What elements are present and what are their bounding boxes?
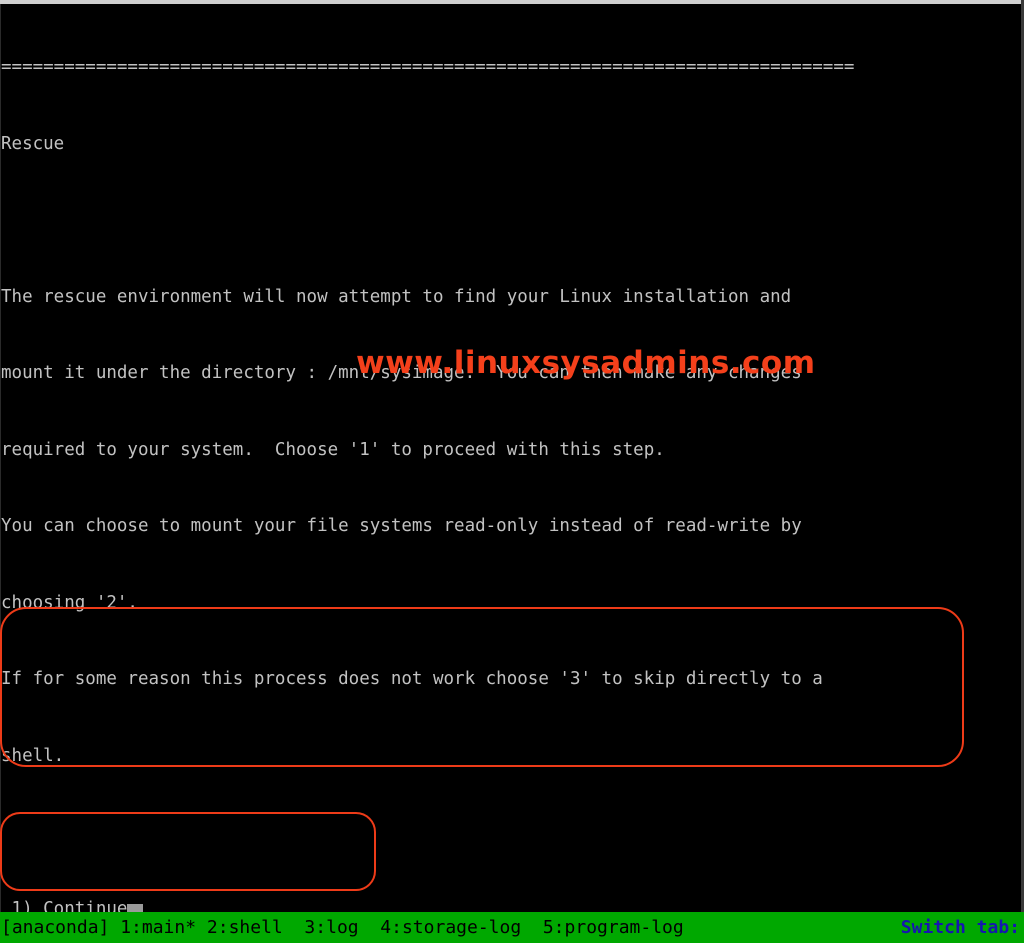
intro-line-5: choosing '2'. bbox=[1, 592, 138, 613]
terminal-screen: ========================================… bbox=[0, 0, 1024, 943]
status-bar-tabs[interactable]: [anaconda] 1:main* 2:shell 3:log 4:stora… bbox=[1, 912, 684, 943]
tmux-status-bar[interactable]: [anaconda] 1:main* 2:shell 3:log 4:stora… bbox=[0, 912, 1024, 943]
screen-title: Rescue bbox=[1, 133, 65, 154]
intro-line-6: If for some reason this process does not… bbox=[1, 669, 823, 689]
watermark-linuxsysadmins: www.linuxsysadmins.com bbox=[356, 345, 816, 381]
intro-line-7: shell. bbox=[1, 745, 65, 766]
separator-top: ========================================… bbox=[1, 57, 855, 77]
intro-line-4: You can choose to mount your file system… bbox=[1, 516, 802, 536]
terminal-output[interactable]: ========================================… bbox=[0, 4, 1024, 919]
intro-line-1: The rescue environment will now attempt … bbox=[1, 286, 792, 307]
status-bar-switch-tab-hint: Switch tab: bbox=[900, 917, 1020, 938]
scroll-nub bbox=[127, 904, 143, 912]
intro-line-3: required to your system. Choose '1' to p… bbox=[1, 439, 665, 460]
